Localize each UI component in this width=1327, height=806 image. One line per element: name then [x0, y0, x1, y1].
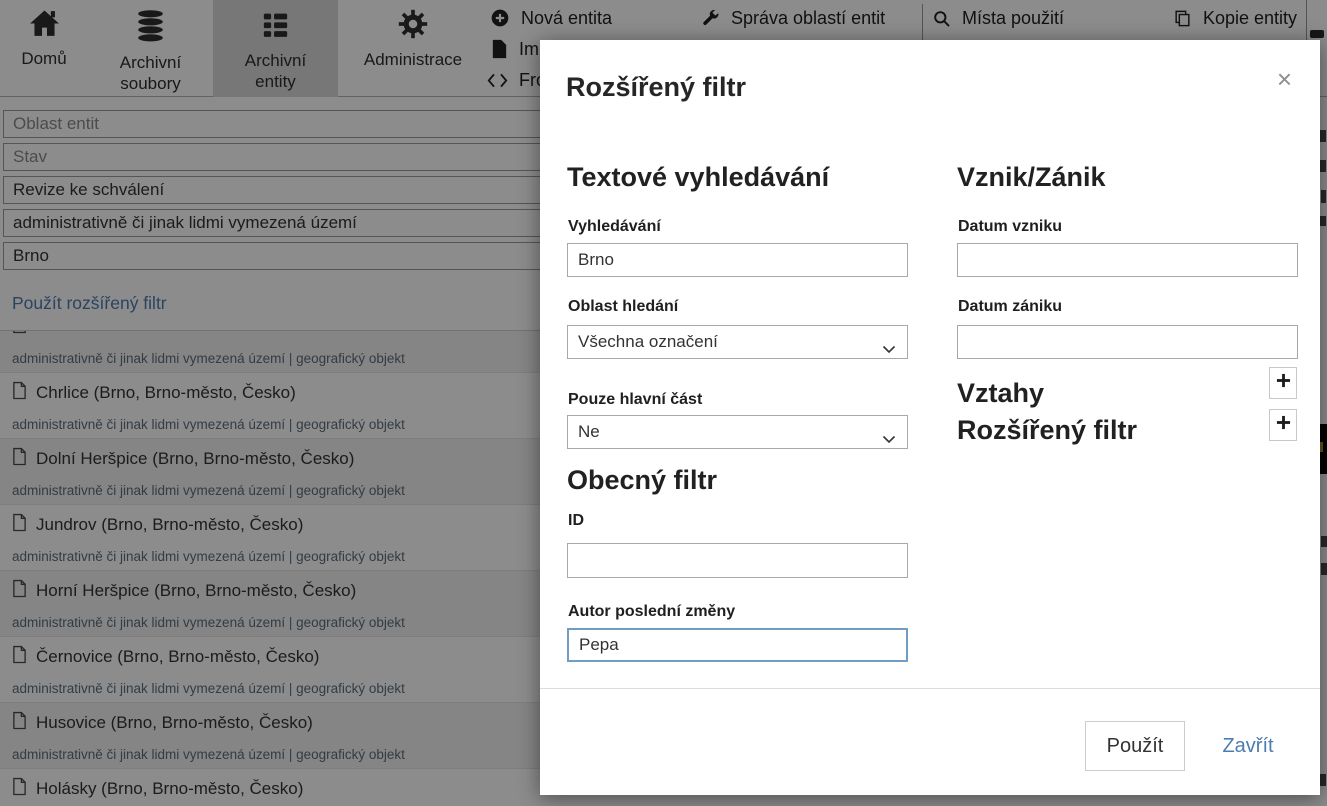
close-icon[interactable]: ×	[1277, 66, 1292, 92]
id-label: ID	[568, 512, 584, 530]
plus-icon	[1276, 415, 1291, 435]
apply-button[interactable]: Použít	[1085, 721, 1185, 771]
add-advanced-filter-button[interactable]	[1269, 409, 1297, 441]
close-button[interactable]: Zavřít	[1208, 721, 1288, 771]
id-input[interactable]	[567, 543, 908, 578]
mainpart-label: Pouze hlavní část	[568, 391, 702, 409]
add-relation-button[interactable]	[1269, 367, 1297, 399]
search-label: Vyhledávání	[568, 218, 661, 236]
relations-heading: Vztahy	[957, 378, 1044, 409]
dialog-title: Rozšířený filtr	[566, 72, 746, 103]
section-text-search: Textové vyhledávání	[567, 162, 829, 193]
scope-label: Oblast hledání	[568, 298, 678, 316]
section-general-filter: Obecný filtr	[567, 465, 717, 496]
scope-select-value: Všechna označení	[578, 332, 718, 352]
author-input[interactable]	[567, 628, 908, 662]
mainpart-select[interactable]: Ne	[567, 415, 908, 449]
date-to-input[interactable]	[957, 325, 1298, 359]
author-label: Autor poslední změny	[568, 603, 735, 621]
advanced-filter-dialog: Rozšířený filtr × Textové vyhledávání Vy…	[540, 40, 1320, 795]
date-from-label: Datum vzniku	[958, 218, 1062, 236]
advanced-filter-heading: Rozšířený filtr	[957, 415, 1137, 446]
date-from-input[interactable]	[957, 243, 1298, 277]
scope-select[interactable]: Všechna označení	[567, 325, 908, 359]
search-input[interactable]	[567, 243, 908, 277]
mainpart-select-value: Ne	[578, 422, 600, 442]
chevron-down-icon	[882, 339, 896, 359]
dialog-footer: Použít Zavřít	[540, 688, 1320, 795]
date-to-label: Datum zániku	[958, 298, 1062, 316]
plus-icon	[1276, 373, 1291, 393]
chevron-down-icon	[882, 429, 896, 449]
app-root: Domů Archivní soubory	[0, 0, 1327, 806]
section-dates: Vznik/Zánik	[957, 162, 1106, 193]
